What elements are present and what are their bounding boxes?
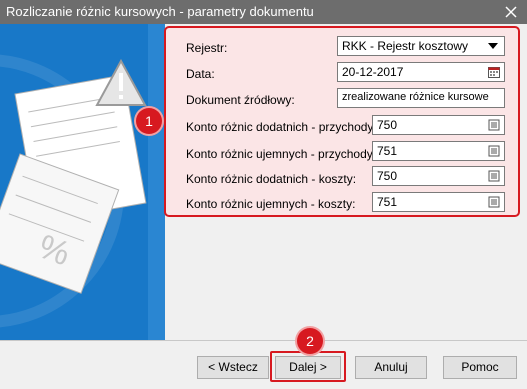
chevron-down-icon — [488, 43, 498, 49]
title-bar: Rozliczanie różnic kursowych - parametry… — [0, 0, 527, 24]
dokument-label: Dokument źródłowy: — [186, 93, 295, 107]
list-icon[interactable] — [488, 196, 500, 208]
konto-dod-koszty-field[interactable]: 750 — [372, 166, 505, 186]
close-icon[interactable] — [501, 2, 521, 22]
list-icon[interactable] — [488, 145, 500, 157]
step-badge-2: 2 — [297, 328, 323, 354]
list-icon[interactable] — [488, 170, 500, 182]
konto-uj-przych-value: 751 — [377, 144, 398, 158]
back-button[interactable]: < Wstecz — [197, 356, 269, 379]
rejestr-label: Rejestr: — [186, 41, 228, 55]
konto-uj-przych-field[interactable]: 751 — [372, 141, 505, 161]
konto-uj-koszty-value: 751 — [377, 195, 398, 209]
dokument-value: zrealizowane różnice kursowe — [342, 91, 489, 103]
help-button[interactable]: Pomoc — [443, 356, 517, 379]
calendar-icon[interactable] — [488, 66, 500, 78]
data-label: Data: — [186, 67, 215, 81]
konto-dod-przych-label: Konto różnic dodatnich - przychody: — [186, 120, 377, 134]
konto-dod-przych-field[interactable]: 750 — [372, 115, 505, 135]
rejestr-select[interactable]: RKK - Rejestr kosztowy — [337, 36, 505, 56]
wizard-illustration: % — [0, 24, 165, 340]
dokument-field[interactable]: zrealizowane różnice kursowe — [337, 88, 505, 108]
cancel-button[interactable]: Anuluj — [355, 356, 427, 379]
next-button[interactable]: Dalej > — [275, 356, 341, 379]
window-title: Rozliczanie różnic kursowych - parametry… — [6, 4, 314, 19]
konto-dod-koszty-label: Konto różnic dodatnich - koszty: — [186, 172, 357, 186]
footer-divider — [0, 340, 527, 341]
konto-uj-koszty-field[interactable]: 751 — [372, 192, 505, 212]
konto-dod-przych-value: 750 — [377, 118, 398, 132]
documents-illustration: % — [0, 58, 147, 294]
date-value: 20-12-2017 — [342, 65, 404, 79]
rejestr-value: RKK - Rejestr kosztowy — [342, 39, 469, 53]
step-badge-1: 1 — [136, 108, 162, 134]
konto-dod-koszty-value: 750 — [377, 169, 398, 183]
date-field[interactable]: 20-12-2017 — [337, 62, 505, 82]
konto-uj-koszty-label: Konto różnic ujemnych - koszty: — [186, 197, 356, 211]
list-icon[interactable] — [488, 119, 500, 131]
konto-uj-przych-label: Konto różnic ujemnych - przychody: — [186, 147, 377, 161]
